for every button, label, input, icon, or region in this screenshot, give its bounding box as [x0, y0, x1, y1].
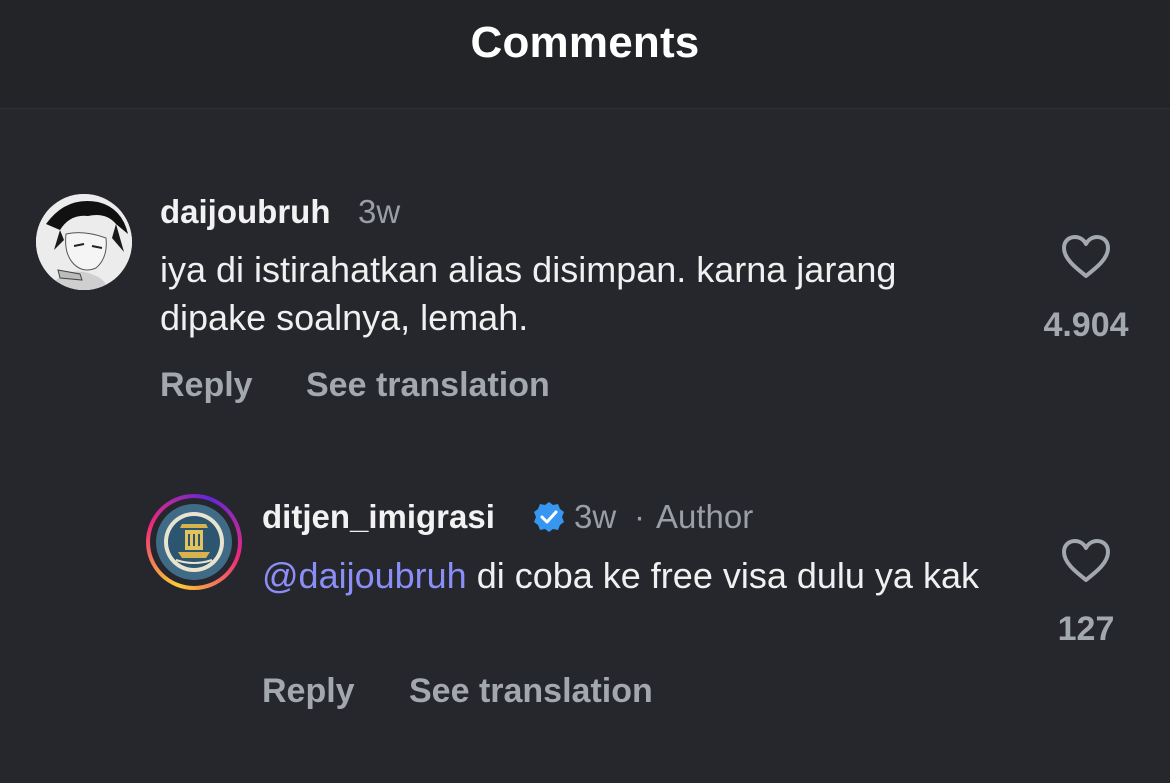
see-translation-button[interactable]: See translation: [409, 672, 653, 711]
comment-text-body: di coba ke free visa dulu ya kak: [466, 555, 979, 596]
comment-timestamp: 3w: [358, 193, 401, 230]
author-label: Author: [656, 498, 754, 535]
reply-button[interactable]: Reply: [160, 366, 253, 405]
avatar[interactable]: [36, 194, 132, 290]
like-heart-icon[interactable]: [1060, 234, 1112, 280]
like-heart-icon[interactable]: [1060, 538, 1112, 584]
comment-username[interactable]: daijoubruh: [160, 193, 330, 231]
like-count: 4.904: [1043, 306, 1129, 344]
immigration-emblem-avatar-icon: [156, 504, 232, 580]
reply-button[interactable]: Reply: [262, 672, 355, 711]
comment-item: daijoubruh 3w iya di istirahatkan alias …: [0, 0, 1170, 783]
comments-header: Comments: [0, 0, 1170, 109]
page-title: Comments: [470, 18, 700, 67]
meta-separator: ·: [634, 498, 645, 535]
see-translation-button[interactable]: See translation: [306, 366, 550, 405]
comment-text: iya di istirahatkan alias disimpan. karn…: [160, 249, 897, 338]
comment-timestamp: 3w: [574, 498, 617, 535]
avatar[interactable]: [146, 494, 242, 590]
comment-username[interactable]: ditjen_imigrasi: [262, 498, 495, 536]
comment-text: @daijoubruh di coba ke free visa dulu ya…: [262, 552, 1022, 600]
verified-badge-icon: [532, 500, 566, 534]
mention-link[interactable]: @daijoubruh: [262, 555, 467, 596]
manga-portrait-avatar-icon: [36, 194, 132, 290]
like-count: 127: [1057, 610, 1115, 648]
